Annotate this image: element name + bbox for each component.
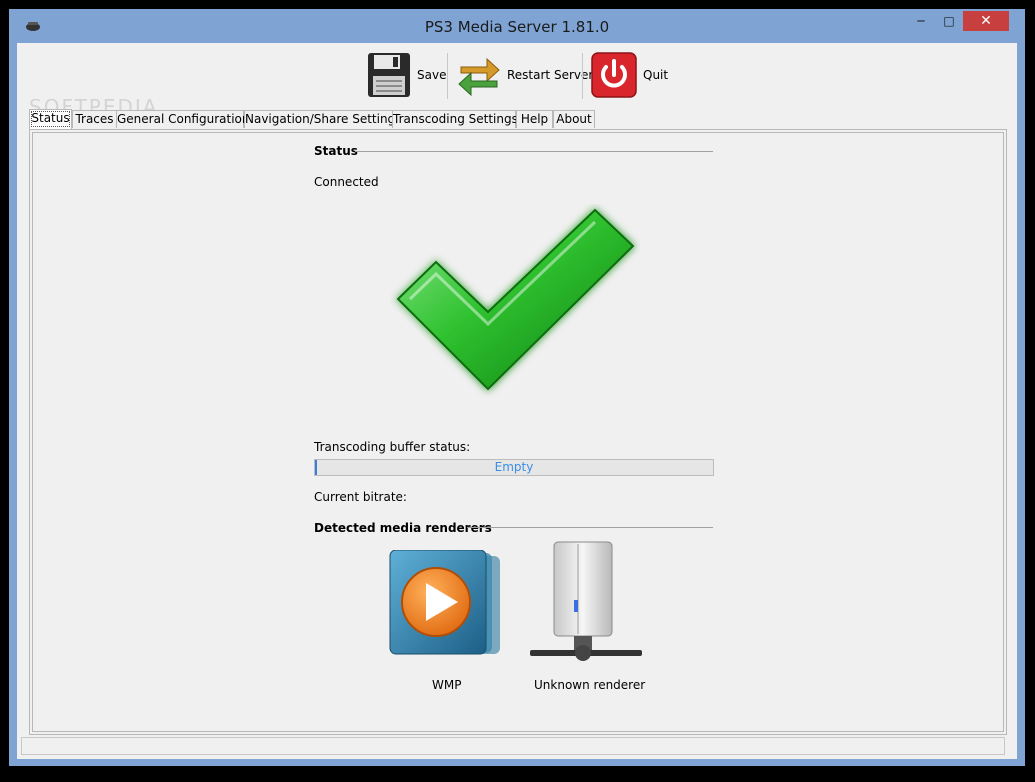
- maximize-button[interactable]: □: [935, 11, 963, 31]
- save-button[interactable]: Save: [367, 49, 446, 101]
- transcoding-buffer-progress: Empty: [314, 459, 714, 476]
- renderer-wmp-label: WMP: [432, 678, 462, 692]
- renderer-unknown[interactable]: Unknown renderer: [530, 540, 646, 692]
- server-icon: [530, 541, 642, 661]
- status-panel: Status Connected Transcoding buffer stat…: [29, 129, 1007, 735]
- client-area: SOFTPEDIA Save Restart Server Quit Statu…: [17, 43, 1017, 759]
- floppy-disk-icon: [368, 53, 410, 97]
- app-window: PS3 Media Server 1.81.0 ─ □ ✕ SOFTPEDIA …: [9, 9, 1025, 766]
- tab-transcoding-settings[interactable]: Transcoding Settings: [392, 110, 518, 128]
- renderers-section-divider: [467, 527, 713, 528]
- close-button[interactable]: ✕: [963, 11, 1009, 31]
- status-section-title: Status: [314, 144, 358, 158]
- tab-general-configuration[interactable]: General Configuration: [116, 110, 250, 128]
- save-label: Save: [417, 68, 447, 82]
- wmp-icon: [389, 549, 500, 655]
- quit-label: Quit: [643, 68, 669, 82]
- title-bar[interactable]: PS3 Media Server 1.81.0 ─ □ ✕: [9, 9, 1025, 43]
- renderers-section-title: Detected media renderers: [314, 521, 492, 535]
- current-bitrate-label: Current bitrate:: [314, 490, 407, 504]
- buffer-status-label: Transcoding buffer status:: [314, 440, 471, 454]
- status-bar-field: [21, 737, 1005, 755]
- restart-arrows-icon: [458, 57, 500, 97]
- connection-status-text: Connected: [314, 175, 379, 189]
- restart-server-label: Restart Server: [507, 68, 594, 82]
- status-section-divider: [355, 151, 713, 152]
- minimize-button[interactable]: ─: [907, 11, 935, 31]
- status-bar: [17, 735, 1017, 757]
- renderer-wmp[interactable]: WMP: [388, 549, 506, 692]
- tab-navigation-share-settings[interactable]: Navigation/Share Settings: [244, 110, 401, 128]
- tab-help[interactable]: Help: [516, 110, 553, 128]
- tab-traces[interactable]: Traces: [72, 110, 117, 128]
- toolbar: Save Restart Server Quit: [17, 43, 1017, 111]
- renderer-unknown-label: Unknown renderer: [534, 678, 646, 692]
- toolbar-separator: [582, 53, 583, 99]
- toolbar-separator: [447, 53, 448, 99]
- restart-server-button[interactable]: Restart Server: [457, 49, 593, 101]
- tab-about[interactable]: About: [553, 110, 595, 128]
- power-icon: [591, 52, 637, 98]
- quit-button[interactable]: Quit: [591, 49, 668, 101]
- checkmark-icon: [396, 208, 635, 391]
- tab-status[interactable]: Status: [29, 109, 72, 129]
- window-title: PS3 Media Server 1.81.0: [424, 18, 610, 36]
- buffer-progress-text: Empty: [494, 460, 534, 474]
